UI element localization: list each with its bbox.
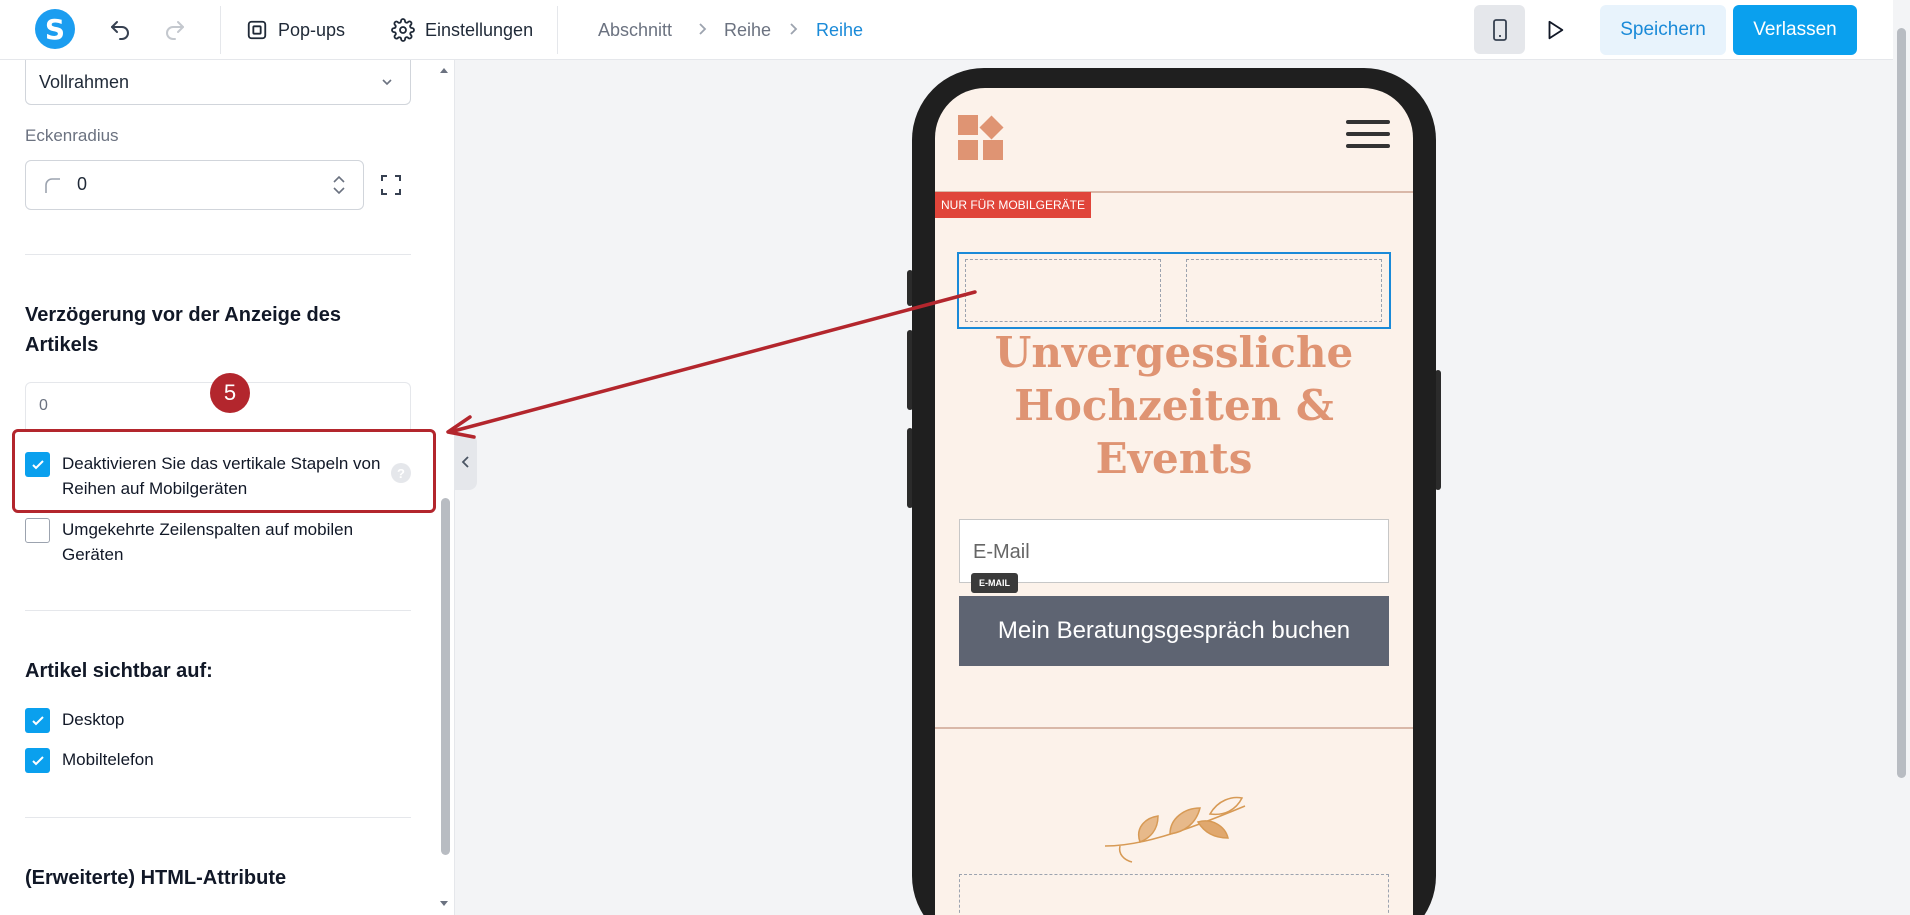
check-icon — [31, 715, 44, 725]
selected-row[interactable] — [957, 252, 1391, 329]
mobile-preview-screen: NUR FÜR MOBILGERÄTE Unvergessliche Hochz… — [935, 88, 1413, 915]
corner-radius-input[interactable]: 0 — [25, 160, 364, 210]
stepper-icon[interactable] — [331, 173, 347, 197]
check-icon — [31, 755, 44, 765]
section-divider — [25, 254, 411, 255]
section-divider — [25, 610, 411, 611]
visible-desktop-label: Desktop — [62, 710, 125, 729]
email-input[interactable]: E-Mail — [959, 519, 1389, 583]
site-logo-icon[interactable] — [958, 113, 1008, 161]
window-scroll-thumb[interactable] — [1897, 28, 1906, 778]
visible-mobile-option[interactable]: Mobiltelefon — [25, 747, 154, 773]
smartphone-icon — [1492, 18, 1507, 41]
chevron-left-icon — [461, 456, 469, 468]
popup-icon — [247, 20, 267, 40]
app-logo[interactable]: S — [35, 9, 75, 49]
scroll-up-icon[interactable] — [439, 66, 449, 76]
panel-scroll-thumb[interactable] — [441, 498, 450, 855]
annotation-step-badge: 5 — [210, 373, 250, 413]
visible-on-title: Artikel sichtbar auf: — [25, 660, 213, 682]
visible-mobile-checkbox[interactable] — [25, 748, 50, 773]
html-attributes-title[interactable]: (Erweiterte) HTML-Attribute — [25, 863, 286, 893]
toolbar-divider — [557, 6, 558, 54]
scroll-down-icon[interactable] — [439, 898, 449, 908]
section-divider — [935, 727, 1413, 729]
delay-title: Verzögerung vor der Anzeige des Artikels — [25, 304, 342, 356]
breadcrumb-row[interactable]: Reihe — [724, 20, 771, 41]
top-toolbar: S Pop-ups Einstellungen Abschnitt Reihe … — [0, 0, 1910, 60]
popups-button[interactable]: Pop-ups — [246, 14, 345, 46]
corner-radius-label: Eckenradius — [25, 126, 119, 145]
email-field-tag: E-MAIL — [971, 573, 1018, 593]
breadcrumb-section[interactable]: Abschnitt — [598, 20, 672, 41]
reverse-columns-label: Umgekehrte Zeilenspalten auf mobilen Ger… — [62, 520, 354, 564]
annotation-highlight — [12, 429, 436, 513]
frame-select-value: Vollrahmen — [39, 71, 130, 92]
corner-radius-icon — [45, 178, 60, 193]
expand-corners-icon[interactable] — [380, 174, 402, 196]
settings-panel: Vollrahmen Eckenradius 0 Verzögerung vor… — [0, 60, 455, 915]
chevron-right-icon — [790, 23, 798, 35]
chevron-right-icon — [699, 23, 707, 35]
play-preview-button[interactable] — [1539, 14, 1571, 46]
section-divider — [25, 817, 411, 818]
column-placeholder[interactable] — [965, 259, 1161, 322]
hero-headline[interactable]: Unvergessliche Hochzeiten & Events — [935, 326, 1413, 485]
column-placeholder[interactable] — [1186, 259, 1382, 322]
reverse-columns-option[interactable]: Umgekehrte Zeilenspalten auf mobilen Ger… — [25, 517, 405, 567]
chevron-down-icon — [382, 79, 392, 86]
popups-label: Pop-ups — [278, 19, 346, 40]
visible-mobile-label: Mobiltelefon — [62, 750, 154, 769]
redo-icon[interactable] — [160, 15, 190, 45]
corner-radius-value: 0 — [77, 174, 88, 194]
gear-icon — [391, 18, 415, 42]
settings-label: Einstellungen — [425, 19, 534, 40]
reverse-columns-checkbox[interactable] — [25, 518, 50, 543]
visible-desktop-option[interactable]: Desktop — [25, 707, 124, 733]
save-button[interactable]: Speichern — [1600, 5, 1726, 55]
collapse-panel-button[interactable] — [455, 434, 477, 490]
leaf-ornament-icon — [1104, 796, 1246, 863]
visible-desktop-checkbox[interactable] — [25, 708, 50, 733]
leave-button[interactable]: Verlassen — [1733, 5, 1857, 55]
settings-button[interactable]: Einstellungen — [391, 14, 533, 46]
undo-icon[interactable] — [105, 15, 135, 45]
toolbar-divider — [220, 6, 221, 54]
hamburger-menu-icon[interactable] — [1346, 120, 1390, 150]
frame-select[interactable]: Vollrahmen — [25, 60, 411, 105]
booking-cta-button[interactable]: Mein Beratungsgespräch buchen — [959, 596, 1389, 666]
mobile-only-tag: NUR FÜR MOBILGERÄTE — [935, 192, 1092, 218]
content-placeholder[interactable] — [959, 874, 1389, 915]
play-icon — [1548, 20, 1564, 40]
breadcrumb-row-current[interactable]: Reihe — [816, 20, 863, 41]
mobile-preview-button[interactable] — [1474, 5, 1525, 54]
